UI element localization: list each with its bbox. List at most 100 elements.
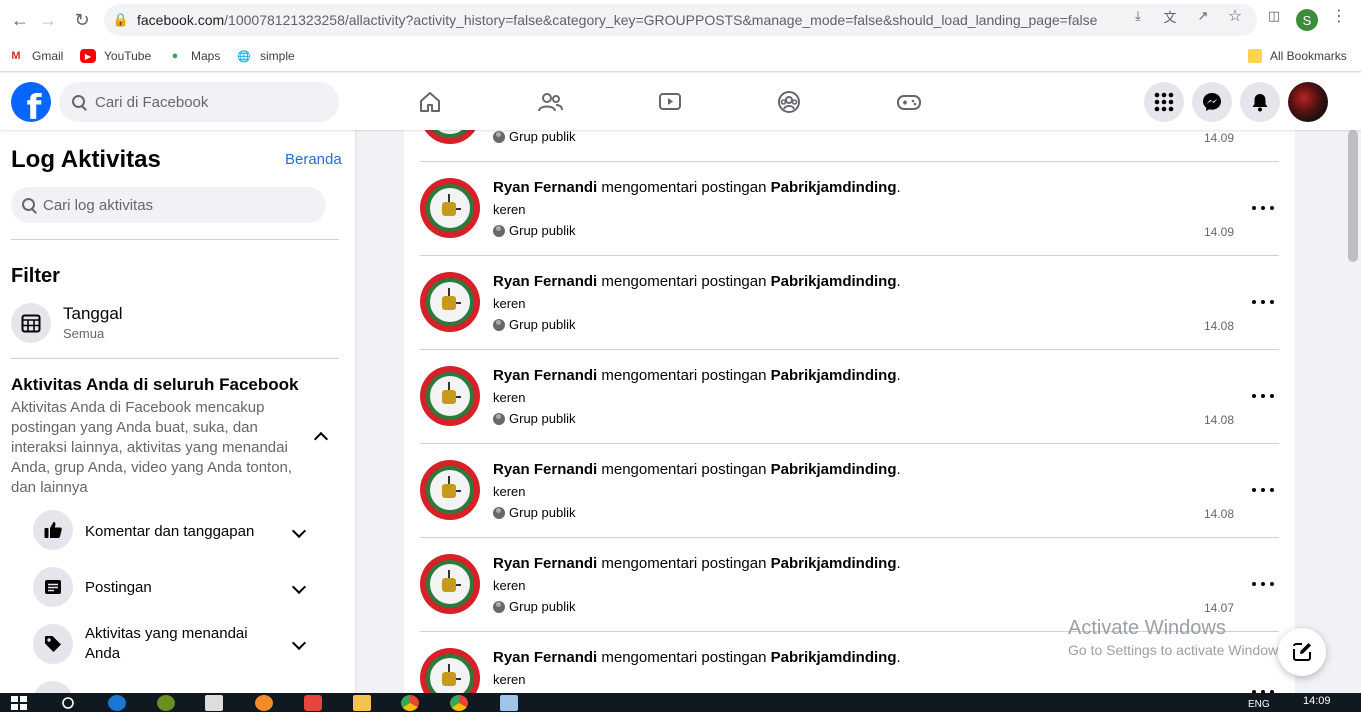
chevron-down-icon[interactable] — [291, 524, 307, 540]
nav-gaming[interactable] — [853, 73, 965, 130]
more-options-icon[interactable] — [1252, 482, 1274, 498]
home-link[interactable]: Beranda — [285, 151, 342, 168]
actor-name[interactable]: Ryan Fernandi — [493, 273, 597, 290]
date-filter-label[interactable]: Tanggal — [63, 304, 123, 324]
actor-name[interactable]: Ryan Fernandi — [493, 649, 597, 666]
file-explorer-icon[interactable] — [353, 695, 371, 711]
clock[interactable]: 14:09 — [1303, 695, 1331, 707]
actor-name[interactable]: Ryan Fernandi — [493, 179, 597, 196]
group-avatar[interactable] — [420, 178, 480, 238]
activity-row[interactable]: Ryan Fernandi mengomentari postingan Pab… — [420, 444, 1279, 538]
forward-icon[interactable]: → — [36, 8, 60, 32]
more-options-icon[interactable] — [1252, 388, 1274, 404]
site-info-icon[interactable]: 🔒 — [112, 12, 130, 28]
side-panel-icon[interactable]: ◫ — [1265, 8, 1283, 24]
category-comments-icon-wrap[interactable] — [33, 510, 73, 550]
group-avatar[interactable] — [420, 554, 480, 614]
app-icon[interactable] — [157, 695, 175, 711]
group-avatar[interactable] — [420, 272, 480, 332]
bookmark-simple[interactable]: 🌐 simple — [236, 47, 295, 65]
profile-avatar[interactable]: S — [1296, 9, 1318, 31]
photos-icon[interactable] — [304, 695, 322, 711]
comment-text: keren — [493, 296, 526, 311]
groups-icon — [778, 90, 800, 113]
browser-menu-icon[interactable]: ⋮ — [1330, 8, 1348, 25]
group-avatar[interactable] — [420, 366, 480, 426]
actor-name[interactable]: Ryan Fernandi — [493, 555, 597, 572]
group-avatar[interactable] — [420, 460, 480, 520]
translate-icon[interactable]: 文 — [1161, 8, 1179, 25]
comment-text: keren — [493, 390, 526, 405]
maps-icon: ● — [171, 50, 179, 62]
nav-home[interactable] — [374, 73, 486, 130]
new-message-button[interactable] — [1278, 628, 1326, 676]
store-icon[interactable] — [205, 695, 223, 711]
globe-icon — [493, 318, 505, 331]
target-name[interactable]: Pabrikjamdinding — [771, 367, 897, 384]
notepad-icon[interactable] — [500, 695, 518, 711]
chevron-up-icon[interactable] — [313, 428, 329, 444]
notifications-button[interactable] — [1240, 82, 1280, 122]
chrome-icon[interactable] — [401, 695, 419, 711]
more-options-icon[interactable] — [1252, 684, 1274, 693]
nav-watch[interactable] — [614, 73, 726, 130]
chevron-down-icon[interactable] — [291, 580, 307, 596]
audience-label: Grup publik — [509, 223, 576, 238]
calendar-button[interactable] — [11, 303, 51, 343]
nav-friends[interactable] — [494, 73, 606, 130]
install-icon[interactable]: ⤓ — [1129, 8, 1147, 24]
activity-row-partial[interactable]: Grup publik 14.09 — [420, 130, 1279, 162]
group-avatar[interactable] — [420, 130, 480, 144]
facebook-logo[interactable]: f — [11, 82, 51, 122]
url-text[interactable]: facebook.com/100078121323258/allactivity… — [137, 12, 1097, 28]
all-bookmarks[interactable]: All Bookmarks — [1248, 47, 1347, 65]
actor-name[interactable]: Ryan Fernandi — [493, 367, 597, 384]
edge-icon[interactable] — [108, 695, 126, 711]
activity-log-search[interactable]: Cari log aktivitas — [11, 187, 326, 223]
bookmark-youtube[interactable]: ▶ YouTube — [80, 47, 151, 65]
bookmark-gmail[interactable]: M Gmail — [8, 47, 63, 65]
target-name[interactable]: Pabrikjamdinding — [771, 649, 897, 666]
category-tags[interactable]: Aktivitas yang menandai Anda — [85, 624, 275, 664]
target-name[interactable]: Pabrikjamdinding — [771, 555, 897, 572]
activity-row[interactable]: Ryan Fernandi mengomentari postingan Pab… — [420, 256, 1279, 350]
more-options-icon[interactable] — [1252, 294, 1274, 310]
address-bar[interactable]: 🔒 facebook.com/100078121323258/allactivi… — [104, 4, 1257, 36]
facebook-search[interactable]: Cari di Facebook — [59, 82, 339, 122]
watermark-subtitle: Go to Settings to activate Windows. — [1068, 642, 1289, 658]
taskbar-search-icon[interactable] — [60, 695, 78, 711]
chrome-icon[interactable] — [450, 695, 468, 711]
nav-groups[interactable] — [733, 73, 845, 130]
category-tags-icon-wrap[interactable] — [33, 624, 73, 664]
language-indicator[interactable]: ENG — [1248, 699, 1270, 710]
target-name[interactable]: Pabrikjamdinding — [771, 461, 897, 478]
menu-button[interactable] — [1144, 82, 1184, 122]
search-placeholder: Cari log aktivitas — [43, 197, 154, 214]
audience-label: Grup publik — [509, 130, 576, 144]
windows-start-icon[interactable] — [10, 695, 28, 711]
globe-icon — [493, 600, 505, 613]
messenger-button[interactable] — [1192, 82, 1232, 122]
account-avatar[interactable] — [1288, 82, 1328, 122]
target-name[interactable]: Pabrikjamdinding — [771, 179, 897, 196]
browser-app-icon[interactable] — [255, 695, 273, 711]
more-options-icon[interactable] — [1252, 200, 1274, 216]
activity-row[interactable]: Ryan Fernandi mengomentari postingan Pab… — [420, 350, 1279, 444]
activity-row[interactable]: Ryan Fernandi mengomentari postingan Pab… — [420, 162, 1279, 256]
group-avatar[interactable] — [420, 648, 480, 693]
more-options-icon[interactable] — [1252, 576, 1274, 592]
bookmark-maps[interactable]: ● Maps — [167, 47, 221, 65]
back-icon[interactable]: ← — [8, 8, 32, 32]
bookmark-label: YouTube — [104, 49, 152, 63]
share-icon[interactable]: ↗ — [1194, 8, 1212, 24]
target-name[interactable]: Pabrikjamdinding — [771, 273, 897, 290]
category-posts[interactable]: Postingan — [85, 578, 152, 598]
actor-name[interactable]: Ryan Fernandi — [493, 461, 597, 478]
category-posts-icon-wrap[interactable] — [33, 567, 73, 607]
category-more-icon-wrap[interactable] — [33, 681, 73, 693]
category-comments[interactable]: Komentar dan tanggapan — [85, 522, 254, 542]
bookmark-star-icon[interactable]: ☆ — [1226, 8, 1244, 25]
chevron-down-icon[interactable] — [291, 636, 307, 652]
reload-icon[interactable]: ↻ — [70, 8, 94, 32]
scrollbar-thumb[interactable] — [1348, 130, 1358, 262]
